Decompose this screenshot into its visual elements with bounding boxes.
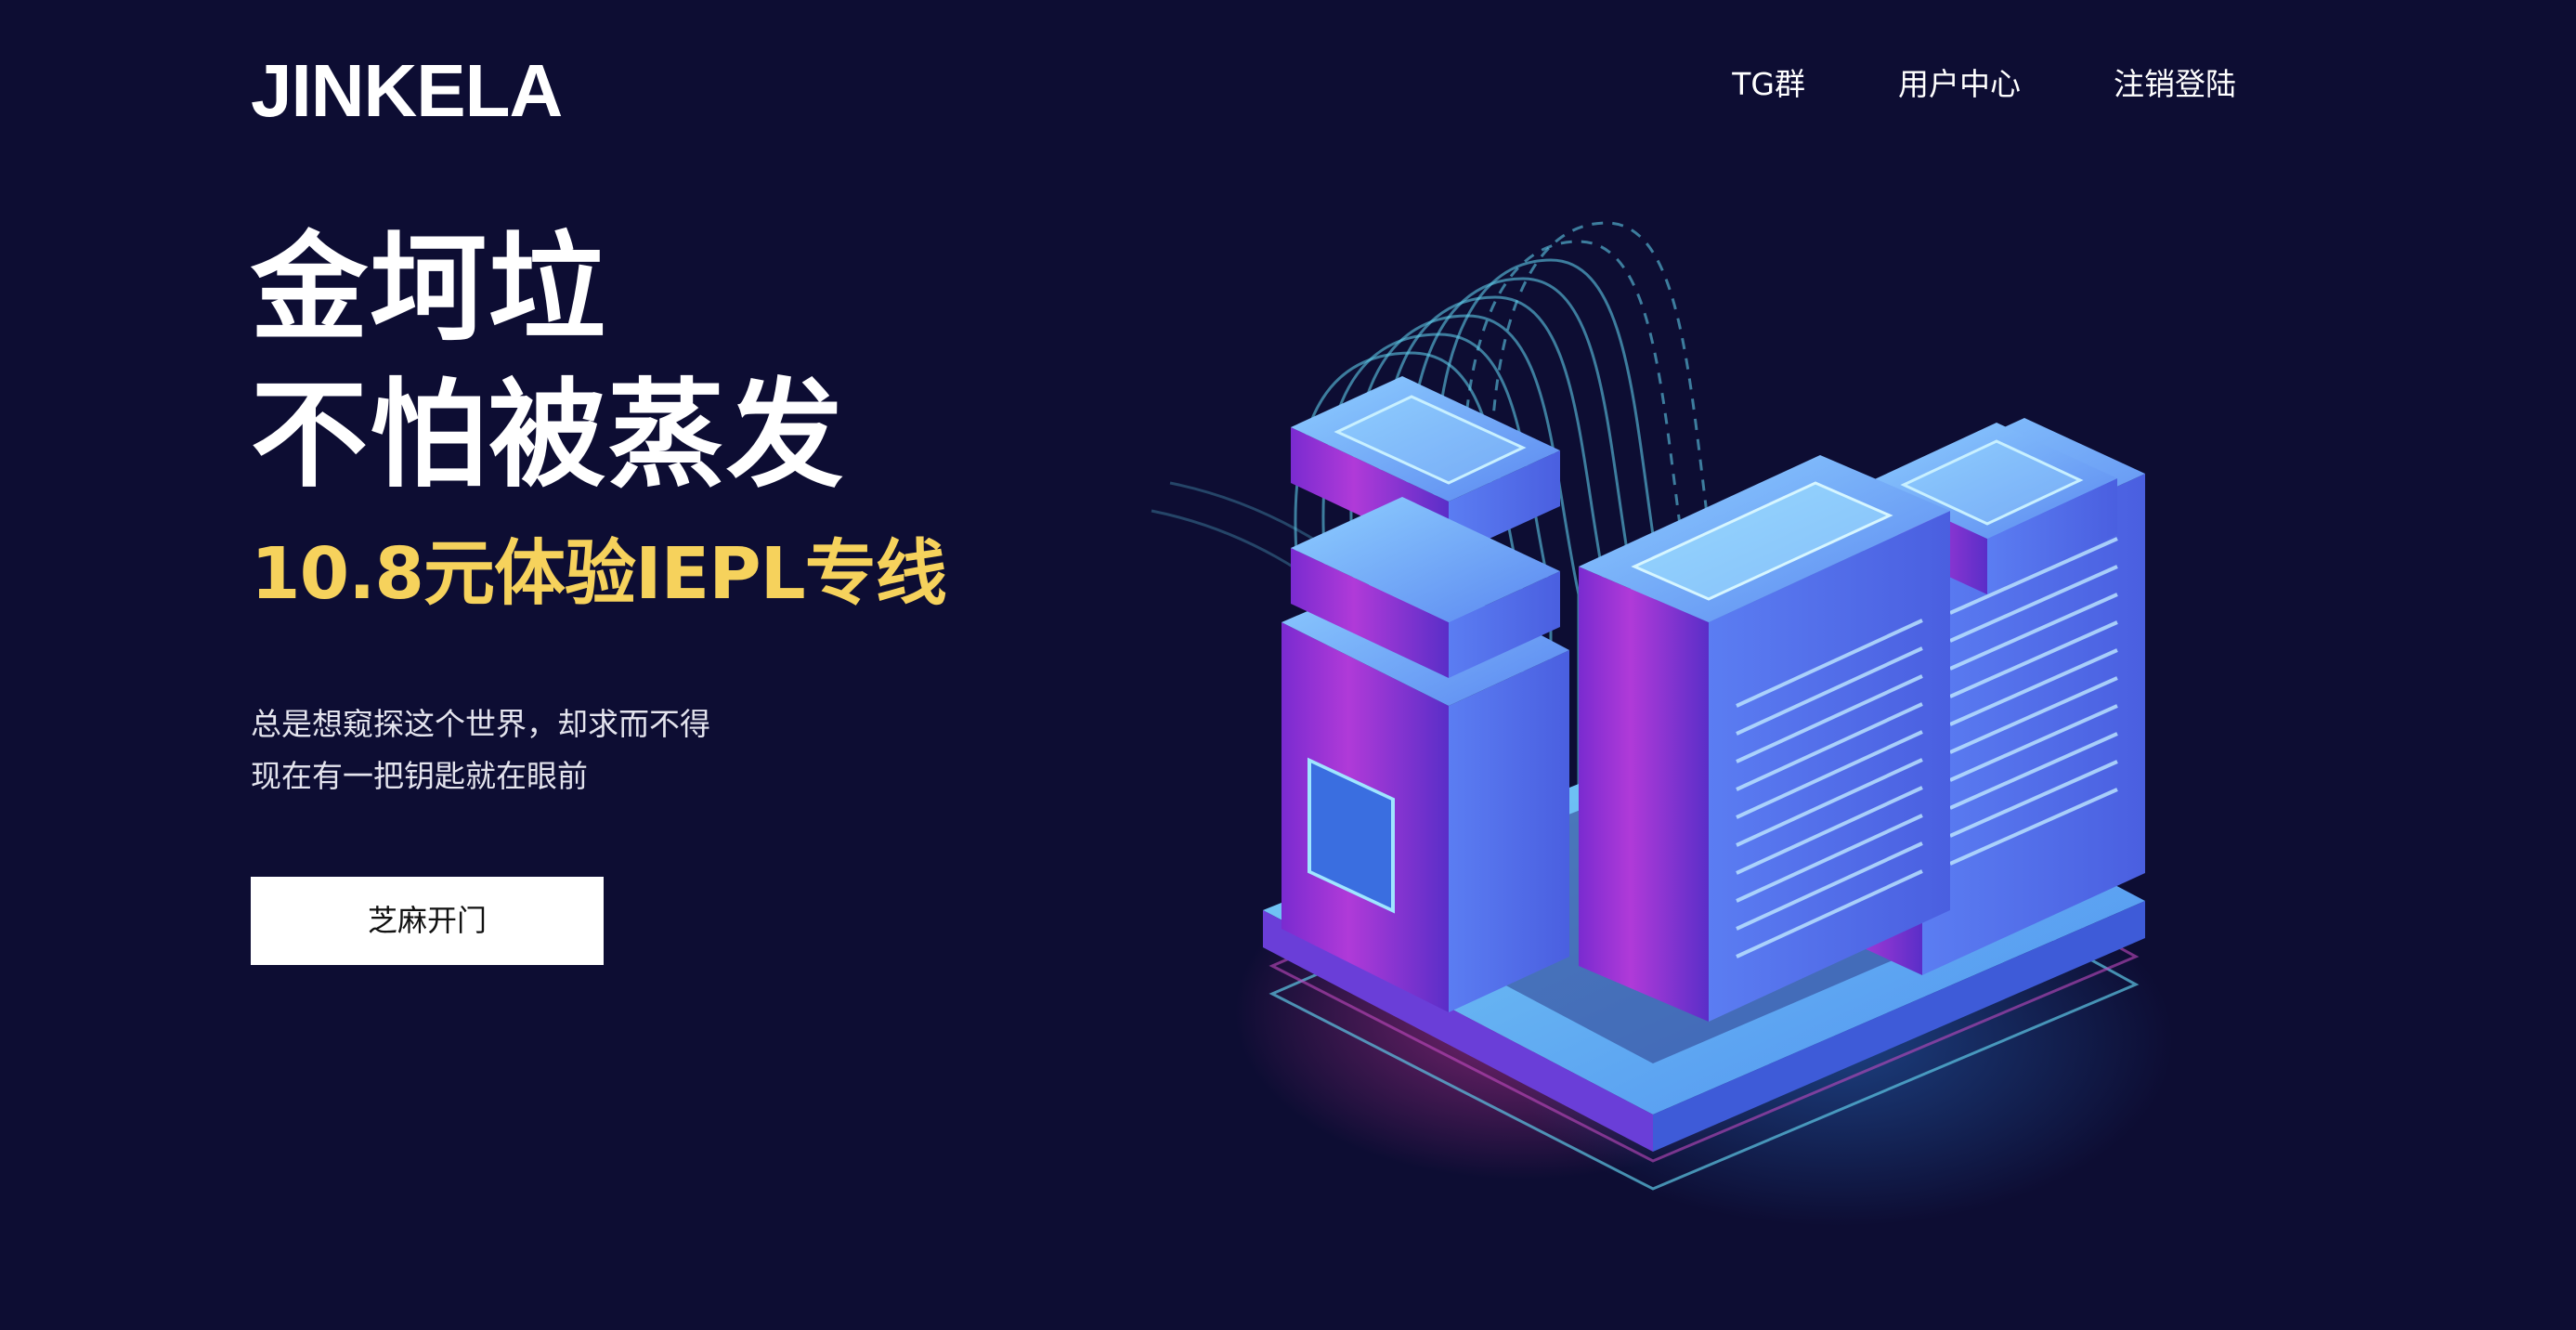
nav-item-tg-group[interactable]: TG群 [1732, 69, 1805, 99]
server-cluster-icon [1151, 221, 2173, 1226]
brand-logo[interactable]: JINKELA [251, 54, 563, 128]
nav-item-user-center[interactable]: 用户中心 [1898, 69, 2021, 99]
open-sesame-button[interactable]: 芝麻开门 [251, 877, 604, 965]
hero-description-line-2: 现在有一把钥匙就在眼前 [251, 758, 588, 794]
hero-title: 金坷垃 不怕被蒸发 [251, 215, 845, 509]
landing-page: JINKELA TG群 用户中心 注销登陆 金坷垃 不怕被蒸发 10.8元体验I… [0, 0, 2576, 1330]
hero-description-line-1: 总是想窥探这个世界，却求而不得 [251, 706, 710, 742]
hero-title-line-1: 金坷垃 [251, 220, 607, 357]
top-nav: TG群 用户中心 注销登陆 [1732, 69, 2236, 99]
hero-title-line-2: 不怕被蒸发 [251, 367, 845, 503]
nav-item-logout[interactable]: 注销登陆 [2114, 69, 2236, 99]
promo-headline: 10.8元体验IEPL专线 [251, 533, 947, 616]
hero-description: 总是想窥探这个世界，却求而不得 现在有一把钥匙就在眼前 [251, 698, 710, 802]
